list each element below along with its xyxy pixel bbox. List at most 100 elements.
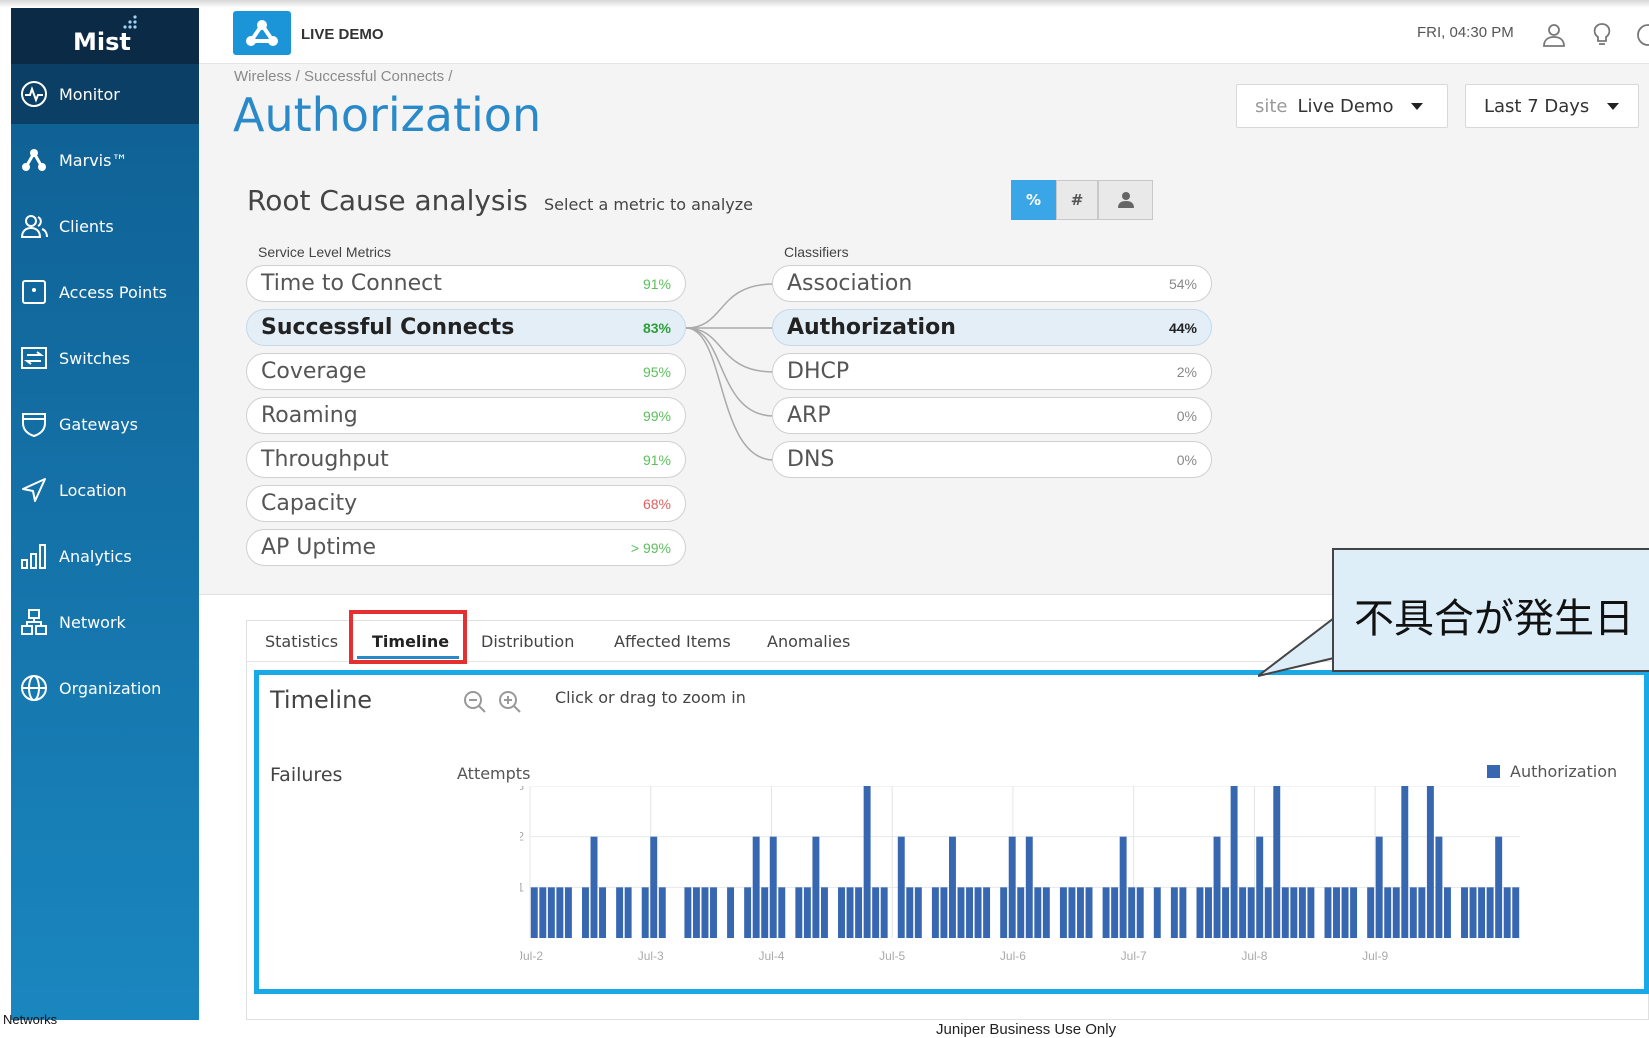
metric-name: Capacity: [261, 491, 358, 516]
annotation-callout: 不具合が発生日: [1332, 548, 1649, 672]
page-title: Authorization: [233, 88, 542, 142]
footer-note: Juniper Business Use Only: [936, 1021, 1117, 1038]
classifier-authorization[interactable]: Authorization 44%: [772, 309, 1212, 346]
callout-pointer: [1258, 617, 1336, 677]
sidebar-item-label: Monitor: [59, 84, 120, 104]
classifiers-label: Classifiers: [784, 244, 849, 260]
metric-ap-uptime[interactable]: AP Uptime > 99%: [246, 529, 686, 566]
org-name: LIVE DEMO: [301, 26, 384, 43]
metric-name: Time to Connect: [261, 271, 442, 296]
classifier-name: DHCP: [787, 359, 850, 384]
access-point-icon: [19, 277, 49, 307]
users-icon: [19, 211, 49, 241]
rca-title: Root Cause analysis: [247, 184, 528, 217]
pulse-icon: [19, 79, 49, 109]
count-toggle[interactable]: #: [1056, 180, 1098, 220]
classifier-name: Authorization: [787, 315, 956, 340]
location-arrow-icon: [19, 475, 49, 505]
metric-value: 95%: [642, 363, 671, 380]
app-frame: Mist Monitor Marvis™ Clients Access Poin…: [0, 0, 1649, 1038]
shield-icon: [19, 409, 49, 439]
sidebar-item-analytics[interactable]: Analytics: [11, 526, 199, 586]
sidebar-item-location[interactable]: Location: [11, 460, 199, 520]
metric-value: 91%: [642, 451, 671, 468]
percent-toggle[interactable]: %: [1011, 180, 1056, 220]
chevron-down-icon: [1607, 102, 1620, 110]
metric-name: Throughput: [261, 447, 389, 472]
sidebar-item-marvis[interactable]: Marvis™: [11, 130, 199, 190]
sidebar-item-label: Switches: [59, 348, 131, 368]
user-toggle[interactable]: [1098, 180, 1153, 220]
sidebar-item-monitor[interactable]: Monitor: [11, 64, 199, 124]
classifier-value: 44%: [1168, 319, 1197, 336]
chevron-down-icon: [1411, 102, 1424, 110]
classifier-dns[interactable]: DNS 0%: [772, 441, 1212, 478]
percent-toggle-label: %: [1025, 191, 1042, 209]
sidebar-item-label: Network: [59, 612, 126, 632]
tab-affected-items[interactable]: Affected Items: [614, 632, 731, 651]
classifier-value: 0%: [1176, 407, 1197, 424]
metric-roaming[interactable]: Roaming 99%: [246, 397, 686, 434]
lightbulb-icon[interactable]: [1589, 22, 1615, 48]
tab-statistics[interactable]: Statistics: [265, 632, 338, 651]
sidebar-item-label: Analytics: [59, 546, 132, 566]
marvis-icon: [19, 145, 49, 175]
metric-value: 83%: [642, 319, 671, 336]
classifier-name: ARP: [787, 403, 831, 428]
metric-successful-connects[interactable]: Successful Connects 83%: [246, 309, 686, 346]
classifier-connectors: [686, 283, 774, 461]
sidebar: Mist Monitor Marvis™ Clients Access Poin…: [11, 8, 199, 1020]
sidebar-item-label: Marvis™: [59, 150, 128, 170]
metric-throughput[interactable]: Throughput 91%: [246, 441, 686, 478]
time-range-dropdown[interactable]: Last 7 Days: [1465, 84, 1639, 128]
tab-anomalies[interactable]: Anomalies: [767, 632, 850, 651]
classifier-arp[interactable]: ARP 0%: [772, 397, 1212, 434]
top-shadow: [0, 0, 1649, 8]
sidebar-item-label: Access Points: [59, 282, 167, 302]
metric-value: 91%: [642, 275, 671, 292]
callout-text: 不具合が発生日: [1354, 596, 1634, 642]
metric-name: Roaming: [261, 403, 358, 428]
metric-capacity[interactable]: Capacity 68%: [246, 485, 686, 522]
classifier-dhcp[interactable]: DHCP 2%: [772, 353, 1212, 390]
sidebar-item-access-points[interactable]: Access Points: [11, 262, 199, 322]
sidebar-item-label: Location: [59, 480, 127, 500]
metric-coverage[interactable]: Coverage 95%: [246, 353, 686, 390]
sidebar-item-network[interactable]: Network: [11, 592, 199, 652]
timeline-highlight-box: [254, 670, 1649, 994]
breadcrumb[interactable]: Wireless / Successful Connects /: [234, 68, 452, 85]
logo-text: Mist: [73, 28, 131, 56]
switch-icon: [19, 343, 49, 373]
sidebar-item-label: Organization: [59, 678, 162, 698]
classifier-name: DNS: [787, 447, 835, 472]
sidebar-item-clients[interactable]: Clients: [11, 196, 199, 256]
metric-value: 68%: [642, 495, 671, 512]
sidebar-item-label: Gateways: [59, 414, 139, 434]
sidebar-item-organization[interactable]: Organization: [11, 658, 199, 718]
metric-name: Coverage: [261, 359, 367, 384]
help-icon[interactable]: [1635, 22, 1649, 48]
footer-networks-label: Networks: [3, 1012, 58, 1027]
user-icon: [1117, 192, 1134, 208]
marvis-brand-icon[interactable]: [233, 11, 291, 55]
classifier-association[interactable]: Association 54%: [772, 265, 1212, 302]
top-bar: LIVE DEMO FRI, 04:30 PM: [199, 8, 1649, 64]
logo-area[interactable]: Mist: [11, 8, 199, 64]
site-dropdown[interactable]: site Live Demo: [1236, 84, 1448, 128]
metric-value: > 99%: [630, 539, 671, 556]
metric-time-to-connect[interactable]: Time to Connect 91%: [246, 265, 686, 302]
tab-distribution[interactable]: Distribution: [481, 632, 574, 651]
user-icon[interactable]: [1541, 22, 1567, 48]
sidebar-item-switches[interactable]: Switches: [11, 328, 199, 388]
sidebar-item-label: Clients: [59, 216, 114, 236]
time-range-value: Last 7 Days: [1484, 95, 1590, 117]
timeline-tab-highlight: [349, 610, 467, 664]
network-icon: [19, 607, 49, 637]
globe-icon: [19, 673, 49, 703]
bar-chart-icon: [19, 541, 49, 571]
sidebar-item-gateways[interactable]: Gateways: [11, 394, 199, 454]
metric-name: Successful Connects: [261, 315, 515, 340]
site-prefix: site: [1255, 95, 1288, 117]
classifier-value: 54%: [1168, 275, 1197, 292]
count-toggle-label: #: [1070, 191, 1084, 209]
